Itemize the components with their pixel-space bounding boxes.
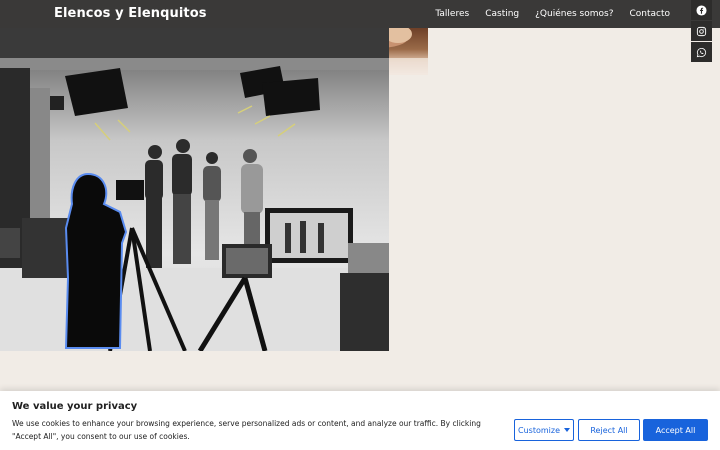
site-header: Elencos y Elenquitos Talleres Casting ¿Q…	[0, 0, 720, 28]
reject-all-button[interactable]: Reject All	[578, 419, 640, 441]
cookie-title: We value your privacy	[12, 401, 138, 412]
facebook-icon	[696, 4, 707, 16]
whatsapp-link[interactable]	[691, 42, 712, 62]
nav-contacto[interactable]: Contacto	[629, 9, 670, 19]
nav-quienes-somos[interactable]: ¿Quiénes somos?	[535, 9, 613, 19]
customize-button[interactable]: Customize	[514, 419, 574, 441]
customize-label: Customize	[518, 425, 560, 435]
casting-studio-photo	[0, 28, 389, 351]
instagram-icon	[696, 26, 707, 36]
cookie-description: We use cookies to enhance your browsing …	[12, 419, 481, 441]
instagram-link[interactable]	[691, 21, 712, 41]
nav-casting[interactable]: Casting	[485, 9, 519, 19]
main-nav: Talleres Casting ¿Quiénes somos? Contact…	[435, 9, 670, 19]
site-title[interactable]: Elencos y Elenquitos	[54, 6, 207, 21]
hero-image	[0, 28, 389, 351]
facebook-link[interactable]	[691, 0, 712, 20]
whatsapp-icon	[696, 47, 707, 57]
nav-talleres[interactable]: Talleres	[435, 9, 469, 19]
social-bar	[691, 0, 712, 62]
accept-all-button[interactable]: Accept All	[643, 419, 708, 441]
caret-down-icon	[564, 428, 570, 432]
